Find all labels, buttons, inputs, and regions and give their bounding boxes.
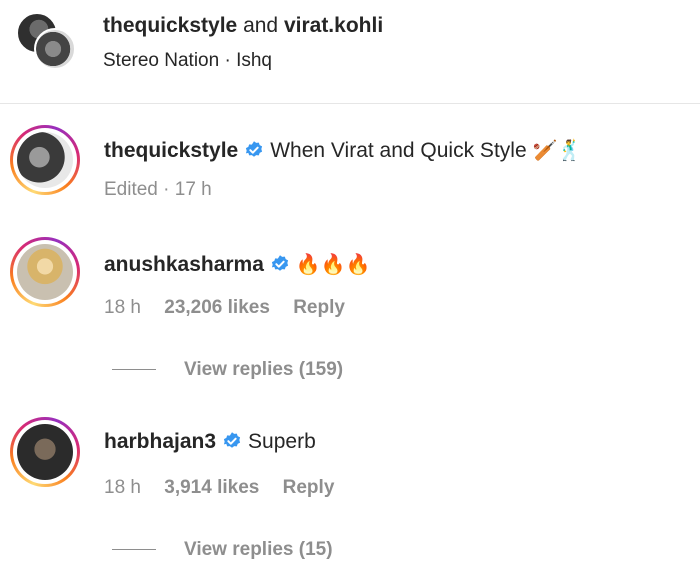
view-replies-label: View replies (15): [184, 539, 333, 560]
comment-emoji: 🏏🕺: [532, 138, 583, 162]
comment-time: 18 h: [104, 297, 141, 318]
comment-text: When Virat and Quick Style: [270, 139, 527, 162]
edited-time: Edited · 17 h: [104, 179, 212, 200]
likes-count[interactable]: 3,914 likes: [164, 477, 259, 498]
view-replies-label: View replies (159): [184, 359, 344, 380]
avatar-photo: [17, 424, 73, 480]
post-header: thequickstyle and virat.kohli Stereo Nat…: [0, 0, 700, 104]
comment-meta: 18 h 3,914 likes Reply: [104, 475, 352, 501]
comment-meta: 18 h 23,206 likes Reply: [104, 295, 363, 321]
verified-badge-icon: [223, 432, 241, 448]
comments-panel: thequickstyle and virat.kohli Stereo Nat…: [0, 0, 700, 581]
view-replies-button[interactable]: View replies (15): [112, 537, 333, 563]
avatar-photo: [17, 244, 73, 300]
comment-username[interactable]: harbhajan3: [104, 430, 216, 453]
collab-title: thequickstyle and virat.kohli: [103, 12, 383, 40]
comment-item: harbhajan3 Superb 18 h 3,914 likes Reply …: [0, 417, 700, 577]
header-user-virat-kohli[interactable]: virat.kohli: [284, 14, 383, 37]
audio-track-link[interactable]: Stereo Nation · Ishq: [103, 48, 272, 74]
header-and: and: [243, 14, 279, 37]
collab-avatars[interactable]: [14, 12, 80, 78]
avatar-harbhajan3-story[interactable]: [10, 417, 80, 487]
avatar-virat-kohli[interactable]: [34, 28, 76, 70]
comment-username[interactable]: thequickstyle: [104, 139, 238, 162]
replies-divider: [112, 549, 156, 551]
caption-comment: thequickstyle When Virat and Quick Style …: [0, 125, 700, 215]
likes-count[interactable]: 23,206 likes: [164, 297, 270, 318]
replies-divider: [112, 369, 156, 371]
avatar-anushkasharma-story[interactable]: [10, 237, 80, 307]
avatar-photo: [17, 132, 73, 188]
reply-button[interactable]: Reply: [283, 477, 335, 498]
comment-time: 18 h: [104, 477, 141, 498]
comment-text: Superb: [248, 430, 316, 453]
comment-text: 🔥🔥🔥: [295, 252, 371, 276]
comment-item: anushkasharma 🔥🔥🔥 18 h 23,206 likes Reply…: [0, 237, 700, 397]
view-replies-button[interactable]: View replies (159): [112, 357, 343, 383]
header-user-thequickstyle[interactable]: thequickstyle: [103, 14, 237, 37]
verified-badge-icon: [271, 255, 289, 271]
verified-badge-icon: [246, 141, 263, 157]
comment-meta: Edited · 17 h: [104, 177, 230, 203]
comment-username[interactable]: anushkasharma: [104, 253, 264, 276]
avatar-thequickstyle-story[interactable]: [10, 125, 80, 195]
reply-button[interactable]: Reply: [293, 297, 345, 318]
